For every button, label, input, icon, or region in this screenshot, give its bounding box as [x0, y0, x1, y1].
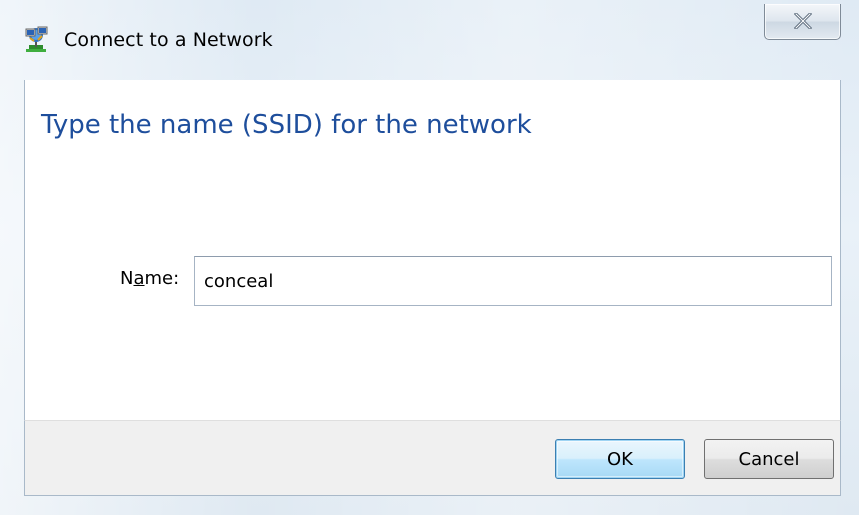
button-bar: OK Cancel	[24, 420, 841, 496]
dialog-window: Connect to a Network Type the name (SSID…	[0, 0, 859, 515]
dialog-content: Type the name (SSID) for the network Nam…	[24, 80, 841, 420]
window-title: Connect to a Network	[64, 29, 273, 51]
network-connect-icon	[20, 25, 52, 57]
ok-button[interactable]: OK	[555, 439, 685, 479]
title-bar[interactable]: Connect to a Network	[0, 0, 859, 80]
ssid-name-input[interactable]	[194, 256, 832, 306]
close-button[interactable]	[764, 4, 841, 40]
window-bottom-border	[0, 496, 859, 515]
page-title: Type the name (SSID) for the network	[41, 110, 532, 140]
close-icon	[794, 13, 812, 29]
name-label-suffix: me:	[144, 268, 180, 289]
cancel-button[interactable]: Cancel	[704, 439, 834, 479]
name-label-prefix: N	[120, 268, 134, 289]
name-label-accelerator: a	[133, 268, 145, 289]
name-label: Name:	[120, 268, 179, 289]
